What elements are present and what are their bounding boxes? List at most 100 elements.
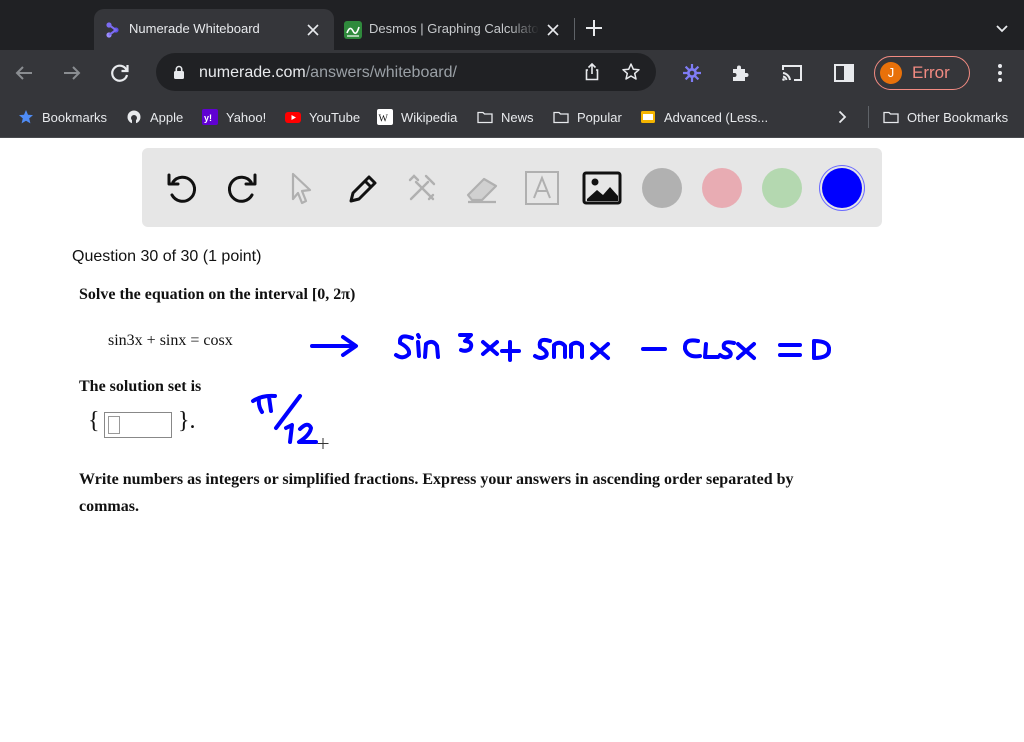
ink-handwriting — [416, 333, 421, 358]
tab-title: Numerade Whiteboard — [129, 21, 260, 36]
bookmark-bookmarks[interactable]: Bookmarks — [18, 107, 107, 127]
ink-handwriting — [251, 393, 277, 414]
bookmark-label: YouTube — [309, 109, 361, 125]
address-bar[interactable]: numerade.com/answers/whiteboard/ — [156, 53, 656, 91]
url-path: /answers/whiteboard/ — [305, 64, 457, 81]
ink-handwriting — [703, 342, 720, 359]
tab-separator — [574, 18, 575, 40]
color-swatch-gray[interactable] — [642, 168, 682, 208]
ink-handwriting — [812, 339, 832, 360]
folder-icon — [553, 111, 569, 124]
tab-numerade-whiteboard[interactable]: Numerade Whiteboard — [94, 9, 334, 50]
browser-tab-strip: Numerade Whiteboard Desmos | Graphing Ca… — [0, 0, 1024, 50]
cast-icon[interactable] — [780, 61, 804, 85]
ink-arrow — [310, 335, 358, 357]
youtube-icon — [285, 112, 301, 123]
bookmark-yahoo[interactable]: y! Yahoo! — [202, 107, 266, 127]
eraser-icon[interactable] — [462, 168, 502, 208]
ink-handwriting — [297, 422, 318, 444]
back-arrow-icon[interactable] — [12, 61, 36, 85]
undo-icon[interactable] — [162, 168, 202, 208]
ink-handwriting — [778, 343, 802, 357]
ink-handwriting — [533, 337, 552, 360]
bookmark-label: Other Bookmarks — [907, 109, 1009, 125]
ink-handwriting — [481, 340, 499, 356]
chevron-right-icon[interactable] — [832, 107, 852, 127]
ink-handwriting — [458, 333, 474, 353]
ink-handwriting — [736, 342, 756, 360]
new-tab-plus-icon[interactable] — [582, 16, 606, 40]
question-instructions: Write numbers as integers or simplified … — [79, 471, 794, 515]
star-icon — [19, 110, 33, 124]
bookmark-folder-news[interactable]: News — [477, 107, 534, 127]
profile-button[interactable]: J Error — [874, 56, 970, 90]
bookmark-other-bookmarks[interactable]: Other Bookmarks — [883, 107, 1008, 127]
image-icon[interactable] — [582, 168, 622, 208]
ink-handwriting — [274, 394, 302, 430]
close-tab-icon[interactable] — [302, 19, 324, 41]
question-header: Question 30 of 30 (1 point) — [72, 248, 262, 265]
folder-icon — [883, 111, 899, 124]
bookmark-youtube[interactable]: YouTube — [285, 107, 360, 127]
bookmark-label: Popular — [577, 109, 622, 125]
redo-icon[interactable] — [222, 168, 262, 208]
url-text[interactable]: numerade.com/answers/whiteboard/ — [199, 64, 457, 82]
more-menu-icon[interactable] — [988, 61, 1012, 85]
bookmark-label: News — [501, 109, 534, 125]
profile-status: Error — [912, 63, 950, 82]
bookmarks-separator — [868, 106, 869, 128]
ink-handwriting — [590, 342, 610, 360]
bookmark-apple[interactable]: Apple — [126, 107, 183, 127]
page-icon — [641, 111, 655, 123]
ink-handwriting — [682, 338, 702, 359]
extensions-puzzle-icon[interactable] — [728, 61, 752, 85]
crosshair-cursor-icon — [317, 438, 329, 449]
lock-icon[interactable] — [172, 65, 186, 79]
color-swatch-blue[interactable] — [822, 168, 862, 208]
tools-icon[interactable] — [402, 168, 442, 208]
wikipedia-icon: W — [377, 109, 393, 125]
answer-placeholder-box — [108, 416, 120, 434]
url-domain: numerade.com — [199, 64, 306, 81]
pointer-icon[interactable] — [282, 168, 322, 208]
desmos-logo-icon — [344, 21, 362, 39]
question-prompt: Solve the equation on the interval [0, 2… — [79, 286, 356, 303]
ink-handwriting — [394, 334, 414, 360]
answer-input[interactable] — [104, 412, 172, 438]
tab-title: Desmos | Graphing Calculator — [369, 21, 539, 36]
apple-icon — [127, 110, 141, 124]
tab-desmos[interactable]: Desmos | Graphing Calculator — [334, 9, 574, 50]
svg-text:W: W — [379, 114, 389, 125]
pen-icon[interactable] — [342, 168, 382, 208]
ink-handwriting — [569, 340, 584, 359]
bookmark-wikipedia[interactable]: W Wikipedia — [377, 107, 457, 127]
extension-gear-icon[interactable] — [680, 61, 704, 85]
close-brace: }. — [178, 408, 196, 434]
bookmark-star-icon[interactable] — [621, 62, 641, 82]
tab-search-chevron-icon[interactable] — [992, 18, 1012, 38]
side-panel-icon[interactable] — [832, 61, 856, 85]
bookmark-label: Advanced (Less... — [664, 109, 769, 125]
ink-handwriting — [284, 423, 294, 444]
whiteboard-toolbar — [142, 148, 882, 227]
color-swatch-pink[interactable] — [702, 168, 742, 208]
bookmark-folder-popular[interactable]: Popular — [553, 107, 622, 127]
bookmark-label: Apple — [150, 109, 184, 125]
ink-handwriting — [552, 340, 567, 359]
forward-arrow-icon[interactable] — [60, 61, 84, 85]
bookmark-advanced[interactable]: Advanced (Less... — [640, 107, 768, 127]
reload-icon[interactable] — [108, 61, 132, 85]
ink-handwriting — [500, 340, 521, 362]
ink-handwriting — [423, 339, 440, 359]
svg-text:y!: y! — [204, 113, 212, 123]
open-brace: { — [88, 408, 100, 434]
ink-handwriting — [718, 340, 736, 360]
share-icon[interactable] — [582, 62, 602, 82]
folder-icon — [477, 111, 493, 124]
bookmark-label: Wikipedia — [401, 109, 458, 125]
avatar: J — [880, 62, 902, 84]
color-swatch-green[interactable] — [762, 168, 802, 208]
text-icon[interactable] — [522, 168, 562, 208]
yahoo-icon: y! — [202, 109, 218, 125]
close-tab-icon[interactable] — [542, 19, 564, 41]
